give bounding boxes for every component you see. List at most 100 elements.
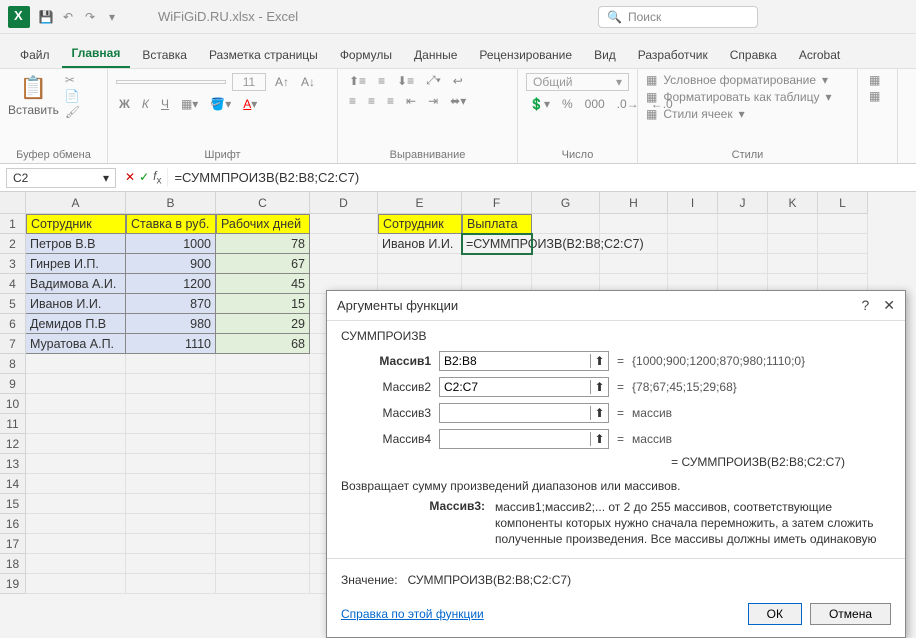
arg-input[interactable] <box>440 432 590 446</box>
formula-bar[interactable]: =СУММПРОИЗВ(B2:B8;C2:C7) <box>167 168 916 187</box>
close-icon[interactable]: ✕ <box>883 297 895 314</box>
col-header[interactable]: G <box>532 192 600 214</box>
indent-decrease-icon[interactable]: ⇤ <box>403 94 419 108</box>
cell[interactable] <box>126 414 216 434</box>
tab-page-layout[interactable]: Разметка страницы <box>199 42 328 68</box>
tab-data[interactable]: Данные <box>404 42 467 68</box>
cell[interactable] <box>216 474 310 494</box>
col-header[interactable]: E <box>378 192 462 214</box>
col-header[interactable]: A <box>26 192 126 214</box>
cell[interactable] <box>216 374 310 394</box>
cell[interactable] <box>718 254 768 274</box>
format-painter-icon[interactable]: 🖌 <box>65 105 80 119</box>
align-center-icon[interactable]: ≡ <box>365 94 378 108</box>
cell[interactable] <box>26 494 126 514</box>
cell[interactable]: 15 <box>216 294 310 314</box>
row-header[interactable]: 2 <box>0 234 26 254</box>
tab-home[interactable]: Главная <box>62 40 131 68</box>
borders-icon[interactable]: ▦▾ <box>178 97 201 111</box>
cell[interactable] <box>26 534 126 554</box>
more-icon-2[interactable]: ▦ <box>866 89 889 103</box>
tab-acrobat[interactable]: Acrobat <box>789 42 850 68</box>
cell[interactable]: Вадимова А.И. <box>26 274 126 294</box>
cell[interactable] <box>768 214 818 234</box>
row-header[interactable]: 15 <box>0 494 26 514</box>
cell[interactable] <box>26 454 126 474</box>
collapse-dialog-icon[interactable]: ⬆ <box>590 380 608 394</box>
cut-icon[interactable]: ✂ <box>65 73 80 87</box>
row-header[interactable]: 4 <box>0 274 26 294</box>
align-left-icon[interactable]: ≡ <box>346 94 359 108</box>
indent-increase-icon[interactable]: ⇥ <box>425 94 441 108</box>
col-header[interactable]: C <box>216 192 310 214</box>
row-header[interactable]: 14 <box>0 474 26 494</box>
name-box[interactable]: C2 ▾ <box>6 168 116 188</box>
row-header[interactable]: 12 <box>0 434 26 454</box>
more-icon[interactable]: ▦ <box>866 73 889 87</box>
row-header[interactable]: 9 <box>0 374 26 394</box>
cell[interactable] <box>462 254 532 274</box>
cell[interactable] <box>26 574 126 594</box>
cell[interactable] <box>126 394 216 414</box>
cell[interactable]: Ставка в руб. <box>126 214 216 234</box>
paste-button[interactable]: 📋 Вставить <box>8 75 59 117</box>
cell[interactable]: 68 <box>216 334 310 354</box>
cell[interactable]: 870 <box>126 294 216 314</box>
cell[interactable]: Гинрев И.П. <box>26 254 126 274</box>
cell[interactable] <box>26 414 126 434</box>
tab-developer[interactable]: Разработчик <box>628 42 718 68</box>
cell[interactable]: Сотрудник <box>378 214 462 234</box>
cell[interactable] <box>818 254 868 274</box>
cell[interactable]: 900 <box>126 254 216 274</box>
tab-file[interactable]: Файл <box>10 42 60 68</box>
cell[interactable] <box>26 474 126 494</box>
cell[interactable]: 1000 <box>126 234 216 254</box>
underline-button[interactable]: Ч <box>158 97 172 111</box>
row-header[interactable]: 18 <box>0 554 26 574</box>
cell[interactable] <box>600 254 668 274</box>
merge-icon[interactable]: ⬌▾ <box>447 94 469 108</box>
row-header[interactable]: 11 <box>0 414 26 434</box>
row-header[interactable]: 3 <box>0 254 26 274</box>
cell[interactable] <box>126 494 216 514</box>
copy-icon[interactable]: 📄 <box>65 89 80 103</box>
ok-button[interactable]: ОК <box>748 603 802 625</box>
cell[interactable] <box>26 354 126 374</box>
cell[interactable]: Рабочих дней <box>216 214 310 234</box>
font-size-select[interactable]: 11 <box>232 73 266 91</box>
cell[interactable] <box>26 394 126 414</box>
decrease-font-icon[interactable]: A↓ <box>298 75 318 89</box>
cell[interactable] <box>310 214 378 234</box>
fx-icon[interactable]: fx <box>153 169 161 186</box>
col-header[interactable]: H <box>600 192 668 214</box>
tab-insert[interactable]: Вставка <box>132 42 197 68</box>
cell[interactable] <box>818 234 868 254</box>
cell[interactable] <box>668 214 718 234</box>
cell[interactable]: 1110 <box>126 334 216 354</box>
col-header[interactable]: I <box>668 192 718 214</box>
cell[interactable]: Сотрудник <box>26 214 126 234</box>
cell[interactable]: 980 <box>126 314 216 334</box>
row-header[interactable]: 19 <box>0 574 26 594</box>
italic-button[interactable]: К <box>139 97 152 111</box>
cell[interactable] <box>126 554 216 574</box>
col-header[interactable]: J <box>718 192 768 214</box>
row-header[interactable]: 8 <box>0 354 26 374</box>
cell[interactable] <box>216 434 310 454</box>
cell[interactable] <box>216 414 310 434</box>
cell[interactable] <box>216 394 310 414</box>
tab-review[interactable]: Рецензирование <box>469 42 582 68</box>
cell[interactable] <box>26 554 126 574</box>
accept-formula-icon[interactable]: ✓ <box>139 170 149 184</box>
cell[interactable] <box>26 374 126 394</box>
cell[interactable] <box>600 214 668 234</box>
redo-icon[interactable]: ↷ <box>82 10 98 24</box>
format-as-table-button[interactable]: ▦Форматировать как таблицу▾ <box>646 90 849 104</box>
collapse-dialog-icon[interactable]: ⬆ <box>590 406 608 420</box>
fill-color-icon[interactable]: 🪣▾ <box>207 97 234 111</box>
cell[interactable]: =СУММПРОИЗВ(B2:B8;C2:C7) <box>462 234 532 254</box>
cancel-formula-icon[interactable]: ✕ <box>125 170 135 184</box>
cell[interactable] <box>126 574 216 594</box>
cell[interactable] <box>216 454 310 474</box>
currency-icon[interactable]: 💲▾ <box>526 97 553 111</box>
